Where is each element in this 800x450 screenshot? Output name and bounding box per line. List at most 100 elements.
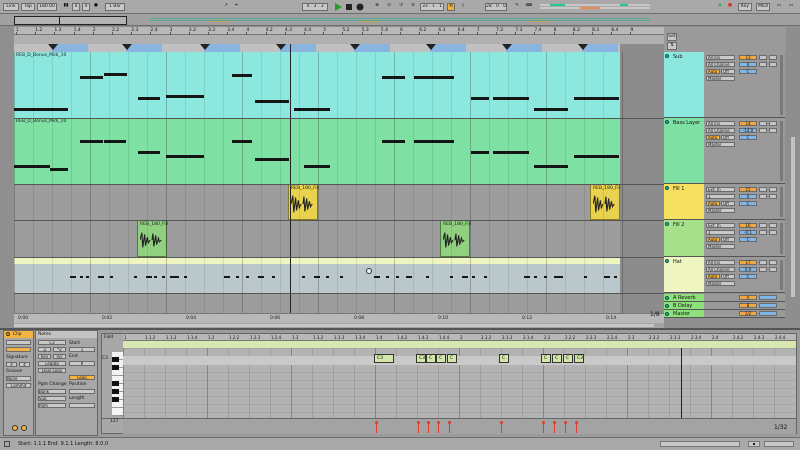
monitor-off-button[interactable]: Off [721, 201, 735, 206]
locator-marker-icon[interactable] [578, 44, 588, 50]
midi-note[interactable] [534, 108, 568, 111]
midi-note[interactable] [236, 276, 239, 278]
velocity-handle[interactable] [500, 421, 503, 424]
midi-note[interactable] [314, 276, 320, 278]
volume-field[interactable]: 0 [739, 194, 757, 199]
volume-field[interactable]: 0.9 [739, 267, 757, 272]
midi-note[interactable] [396, 276, 399, 278]
pan-field[interactable]: C [739, 274, 757, 279]
midi-note[interactable] [272, 276, 275, 278]
midi-note[interactable] [176, 276, 179, 278]
midi-note[interactable] [98, 276, 104, 278]
song-position[interactable]: 4 . 3 . 3 [302, 3, 328, 11]
midi-note[interactable]: C [552, 354, 562, 363]
velocity-handle[interactable] [564, 421, 567, 424]
piano-roll[interactable]: Fold 1 1.1.2 1.1.3 1.1.4 1.2 1.2.2 1.2.3 1.2.4 1… [101, 333, 797, 434]
clip-sig-den[interactable]: 4 [19, 362, 30, 367]
monitor-auto-button[interactable]: Auto [706, 69, 720, 74]
piano-roll-ruler[interactable]: 1 1.1.2 1.1.3 1.1.4 1.2 1.2.2 1.2.3 1.2.4 1.3 1.3… [123, 334, 796, 341]
midi-note[interactable] [604, 276, 610, 278]
record-icon[interactable] [356, 3, 364, 11]
midi-note[interactable] [493, 97, 529, 100]
send-b-knob[interactable] [769, 267, 777, 272]
arm-button[interactable] [769, 223, 777, 228]
loop-toggle[interactable]: ⟲ [447, 3, 455, 11]
send-a-knob[interactable] [759, 194, 767, 199]
velocity-handle[interactable] [448, 421, 451, 424]
locator-marker-icon[interactable] [200, 44, 210, 50]
send-b-knob[interactable] [769, 62, 777, 67]
velocity-lane[interactable] [123, 419, 796, 434]
track-number-button[interactable]: 13 [739, 55, 757, 60]
reverse-button[interactable]: Rev [38, 354, 51, 359]
velocity-handle[interactable] [437, 421, 440, 424]
midi-note[interactable] [80, 276, 83, 278]
track-input-select[interactable]: All Ins [706, 260, 735, 265]
tempo-field[interactable]: 180.00 [37, 3, 57, 11]
track-channel-select[interactable]: All Channe [706, 267, 735, 272]
play-icon[interactable] [334, 3, 342, 11]
midi-note[interactable] [534, 276, 537, 278]
send-b-knob[interactable] [769, 128, 777, 133]
midi-note[interactable] [560, 276, 563, 278]
track-activator-icon[interactable] [665, 186, 669, 190]
quantize-menu[interactable]: 1 Bar [105, 3, 125, 11]
solo-button[interactable] [759, 121, 767, 126]
piano-black-key[interactable] [112, 357, 119, 362]
locator-marker-icon[interactable] [426, 44, 436, 50]
midi-note[interactable] [450, 276, 453, 278]
midi-note[interactable] [471, 151, 489, 154]
audio-clip[interactable]: REB_180_Fill [137, 220, 168, 257]
signature-num[interactable]: 4 [72, 3, 80, 11]
solo-button[interactable] [759, 187, 767, 192]
commit-button[interactable]: Commit [6, 383, 31, 388]
midi-note[interactable] [14, 108, 50, 111]
midi-note[interactable] [166, 95, 204, 98]
midi-note[interactable]: C [426, 354, 436, 363]
envelope-icon[interactable] [21, 425, 27, 431]
midi-note[interactable] [340, 276, 343, 278]
loop-button[interactable]: Loop [69, 375, 95, 380]
midi-note[interactable] [534, 165, 568, 168]
solo-button[interactable] [759, 55, 767, 60]
draw-mode-icon[interactable]: ✎ [512, 3, 522, 11]
midi-note[interactable]: C [541, 354, 551, 363]
midi-note[interactable]: C [563, 354, 573, 363]
midi-note[interactable] [614, 276, 617, 278]
vertical-scrollbar[interactable] [786, 27, 800, 327]
midi-note[interactable] [386, 276, 389, 278]
monitor-auto-button[interactable]: Auto [706, 135, 720, 140]
solo-button[interactable] [759, 223, 767, 228]
monitor-off-button[interactable]: Off [721, 237, 735, 242]
track-output-select[interactable]: Master [706, 142, 735, 147]
clip-sig-num[interactable]: 4 [6, 362, 17, 367]
midi-note[interactable] [232, 74, 252, 77]
follow-icon[interactable]: ↗ [222, 3, 230, 11]
send-a-knob[interactable] [759, 267, 767, 272]
track-number-button[interactable]: 15 [739, 187, 757, 192]
return-activator-icon[interactable] [665, 312, 669, 316]
double-button[interactable]: *2 [53, 347, 66, 352]
loop-length[interactable]: 28 . 0 . 0 [485, 3, 507, 11]
piano-black-key[interactable] [112, 381, 119, 386]
send-b-knob[interactable] [769, 230, 777, 235]
track-selector[interactable] [764, 441, 794, 447]
send-b-knob[interactable] [769, 194, 777, 199]
midi-note[interactable] [104, 140, 126, 143]
velocity-handle[interactable] [417, 421, 420, 424]
track-lane-fill-1[interactable]: REB_180_Fill REB_180_Fill [14, 184, 664, 220]
midi-note[interactable] [70, 276, 76, 278]
velocity-handle[interactable] [375, 421, 378, 424]
sub-bank-field[interactable]: Sub [38, 396, 66, 401]
track-channel-select[interactable]: 1 [706, 230, 735, 235]
arm-button[interactable] [769, 260, 777, 265]
track-input-select[interactable]: Ext. In [706, 187, 735, 192]
track-lane-fill-2[interactable]: REB_180_Fill REB_180_Fill [14, 220, 664, 257]
midi-note[interactable] [86, 276, 89, 278]
track-output-select[interactable]: Master [706, 244, 735, 249]
midi-note[interactable] [462, 276, 468, 278]
detail-toggle-icon[interactable] [4, 441, 10, 447]
midi-note[interactable] [14, 165, 50, 168]
audio-clip[interactable]: REB_180_Fill [440, 220, 471, 257]
midi-note[interactable]: C [447, 354, 457, 363]
